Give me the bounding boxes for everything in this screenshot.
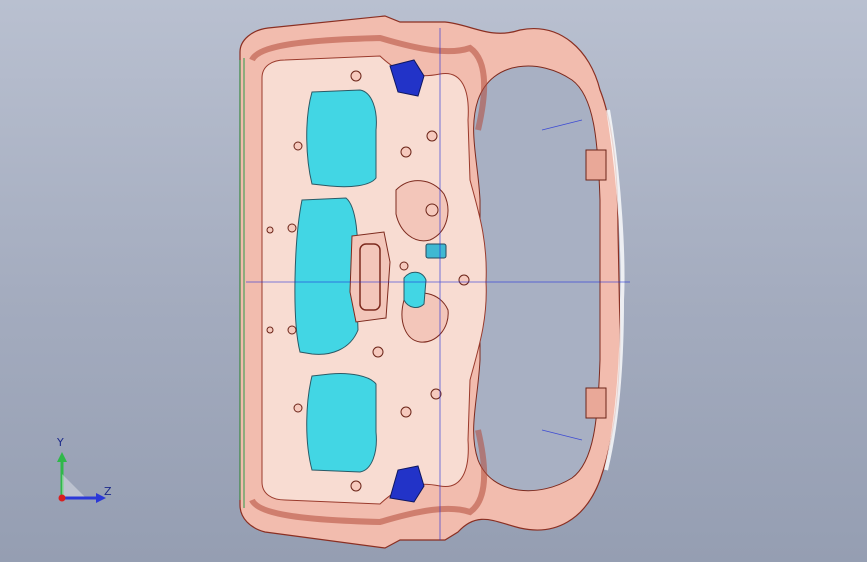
z-axis-label: Z — [104, 485, 112, 498]
window-frame-opening — [473, 65, 601, 492]
y-axis-label: Y — [57, 436, 64, 449]
latch-pad — [425, 243, 447, 259]
axis-triad: Y Z — [40, 430, 120, 510]
origin-dot — [58, 494, 66, 502]
y-axis-arrow — [57, 452, 67, 462]
tailgate-model[interactable] — [0, 0, 867, 562]
graphics-viewport[interactable] — [0, 0, 867, 562]
triad-plane — [62, 474, 86, 498]
axis-triad-graphic — [57, 452, 106, 503]
pocket-middle — [294, 197, 359, 355]
pocket-lower — [306, 373, 377, 473]
pocket-upper — [306, 89, 377, 188]
latch-pocket — [403, 271, 427, 308]
